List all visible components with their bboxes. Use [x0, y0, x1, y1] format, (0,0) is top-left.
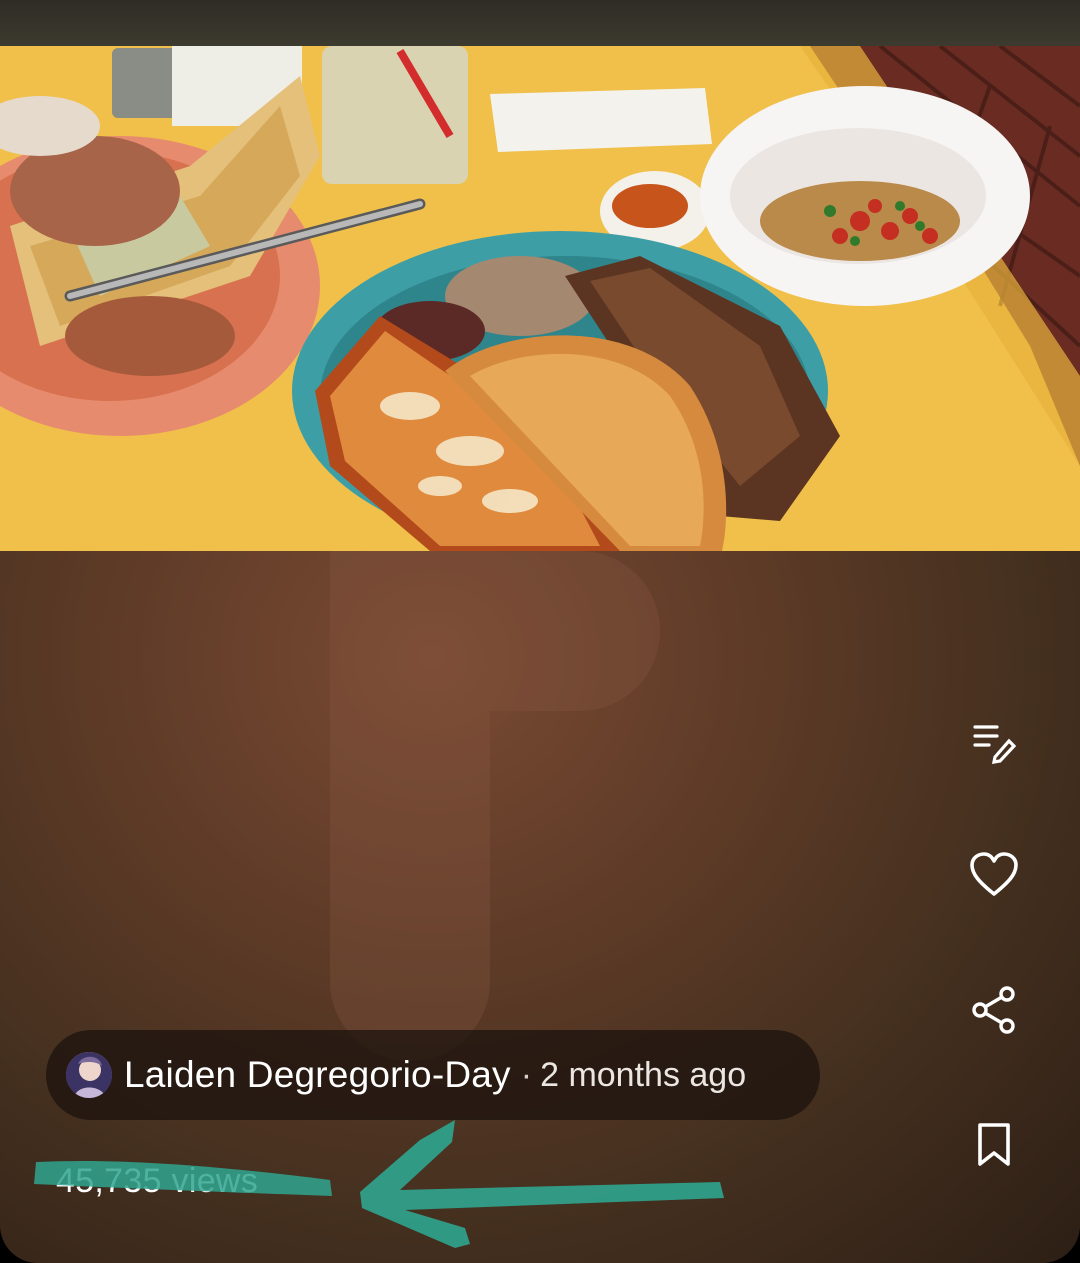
share-icon: [972, 986, 1015, 1034]
edit-caption-icon: [973, 725, 1017, 764]
edit-caption-button[interactable]: [964, 712, 1024, 772]
ghost-overlay-shape: [330, 551, 660, 1061]
like-button[interactable]: [964, 845, 1024, 905]
post-photo[interactable]: [0, 46, 1080, 551]
meta-separator: ·: [520, 1055, 533, 1094]
post-time-ago: 2 months ago: [540, 1055, 747, 1094]
avatar[interactable]: [66, 1052, 112, 1098]
food-photo-illustration: [0, 46, 1080, 551]
view-count: 45,735 views: [56, 1162, 259, 1200]
bookmark-icon: [978, 1123, 1010, 1166]
heart-icon: [970, 852, 1018, 896]
share-button[interactable]: [964, 980, 1024, 1040]
author-name[interactable]: Laiden Degregorio-Day: [124, 1054, 511, 1096]
author-info-pill[interactable]: Laiden Degregorio-Day · 2 months ago: [46, 1030, 820, 1120]
avatar-image: [66, 1052, 112, 1098]
save-button[interactable]: [964, 1115, 1024, 1175]
status-bar-area: [0, 0, 1080, 46]
photo-viewer-screen: Laiden Degregorio-Day · 2 months ago 45,…: [0, 0, 1080, 1263]
